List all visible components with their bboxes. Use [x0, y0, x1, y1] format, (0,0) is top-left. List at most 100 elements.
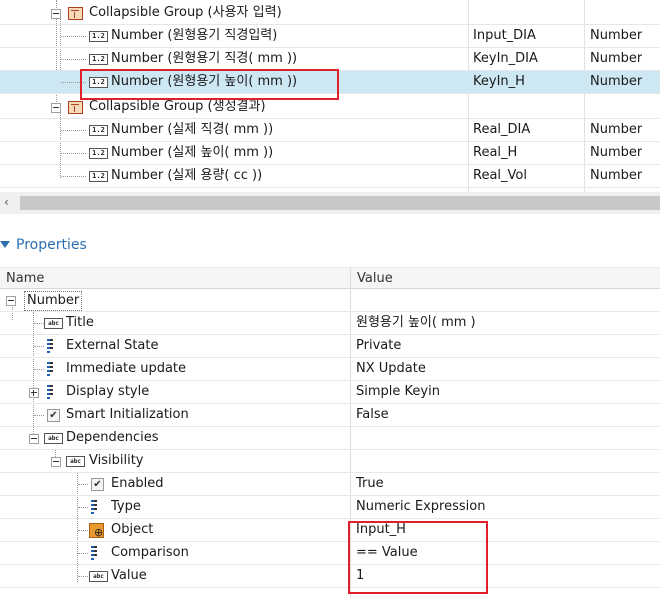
tree-connector [34, 323, 44, 324]
collapse-triangle-icon[interactable] [0, 241, 10, 248]
tree-row-label: Collapsible Group (사용자 입력) [89, 5, 282, 20]
number-icon: 1.2 [89, 125, 108, 136]
tree-row-label: Number (실제 직경( mm )) [111, 122, 274, 137]
collapse-icon[interactable] [6, 296, 16, 306]
tree-connector [61, 36, 86, 37]
prop-row-visibility[interactable]: abc Visibility [0, 450, 660, 473]
enum-list-icon [47, 362, 53, 376]
tree-row-input-dia[interactable]: 1.2 Number (원형용기 직경입력) Input_DIA Number [0, 25, 660, 48]
enum-list-icon [47, 339, 53, 353]
column-header-value[interactable]: Value [357, 268, 393, 289]
column-header-name[interactable]: Name [6, 268, 44, 289]
tree-connector [78, 507, 88, 508]
tree-connector [78, 576, 88, 577]
collapsible-group-icon [68, 101, 83, 114]
tree-connector [34, 369, 44, 370]
enum-list-icon [47, 385, 53, 399]
number-icon: 1.2 [89, 54, 108, 65]
prop-row-external-state[interactable]: External State Private [0, 335, 660, 358]
tree-connector [61, 176, 86, 177]
tree-row-type: Number [590, 122, 643, 137]
tree-connector [34, 346, 44, 347]
tree-connector [78, 530, 88, 531]
prop-name: Immediate update [66, 361, 187, 376]
properties-table-header: Name Value [0, 267, 660, 289]
collapse-icon[interactable] [51, 103, 61, 113]
collapse-icon[interactable] [29, 434, 39, 444]
tree-row-name: Real_Vol [473, 168, 527, 183]
prop-name: Number [24, 291, 83, 311]
string-icon: abc [66, 456, 85, 467]
prop-name: External State [66, 338, 159, 353]
tree-row-keyin-dia[interactable]: 1.2 Number (원형용기 직경( mm )) KeyIn_DIA Num… [0, 48, 660, 71]
number-icon: 1.2 [89, 148, 108, 159]
enum-list-icon [91, 546, 97, 560]
object-selection-icon [89, 523, 104, 538]
tree-connector [61, 153, 86, 154]
prop-value[interactable]: Numeric Expression [356, 496, 485, 518]
prop-value[interactable]: True [356, 473, 384, 495]
tree-connector [34, 415, 44, 416]
prop-name: Type [111, 499, 141, 514]
tree-connector [61, 59, 86, 60]
tree-row-label: Number (실제 용량( cc )) [111, 168, 263, 183]
tree-row-type: Number [590, 168, 643, 183]
prop-value[interactable]: 원형용기 높이( mm ) [356, 312, 476, 334]
scrollbar-thumb[interactable] [20, 196, 660, 210]
prop-name: Visibility [89, 453, 144, 468]
tree-row-type: Number [590, 51, 643, 66]
prop-name: Value [111, 568, 147, 583]
horizontal-scrollbar[interactable]: ‹ [0, 192, 660, 214]
prop-row-comparison[interactable]: Comparison == Value [0, 542, 660, 565]
prop-value[interactable]: Simple Keyin [356, 381, 440, 403]
enum-list-icon [91, 500, 97, 514]
prop-name: Object [111, 522, 154, 537]
dialog-tree: Collapsible Group (사용자 입력) 1.2 Number (원… [0, 0, 660, 192]
checkbox-icon: ✔ [47, 409, 60, 422]
tree-row-real-dia[interactable]: 1.2 Number (실제 직경( mm )) Real_DIA Number [0, 119, 660, 142]
prop-row-number[interactable]: Number [0, 289, 660, 312]
prop-value[interactable]: NX Update [356, 358, 426, 380]
prop-name: Smart Initialization [66, 407, 189, 422]
tree-row-type: Number [590, 74, 643, 89]
prop-row-type[interactable]: Type Numeric Expression [0, 496, 660, 519]
tree-row-name: Real_DIA [473, 122, 531, 137]
tree-connector [78, 553, 88, 554]
prop-row-immediate-update[interactable]: Immediate update NX Update [0, 358, 660, 381]
properties-title: Properties [16, 237, 87, 253]
prop-name: Enabled [111, 476, 164, 491]
expand-icon[interactable] [29, 388, 39, 398]
tree-row-label: Number (원형용기 직경( mm )) [111, 51, 298, 66]
prop-row-value[interactable]: abc Value 1 [0, 565, 660, 588]
prop-row-object[interactable]: Object Input_H [0, 519, 660, 542]
tree-row-label: Number (실제 높이( mm )) [111, 145, 274, 160]
tree-row-label: Number (원형용기 직경입력) [111, 28, 278, 43]
prop-value[interactable]: False [356, 404, 389, 426]
prop-row-dependencies[interactable]: abc Dependencies [0, 427, 660, 450]
tree-row-type: Number [590, 145, 643, 160]
prop-name: Title [66, 315, 94, 330]
tree-row-name: Input_DIA [473, 28, 536, 43]
highlight-box [348, 521, 488, 594]
prop-row-title[interactable]: abc Title 원형용기 높이( mm ) [0, 312, 660, 335]
collapsible-group-icon [68, 7, 83, 20]
highlight-box [80, 69, 339, 100]
scroll-left-icon[interactable]: ‹ [4, 195, 9, 209]
prop-row-enabled[interactable]: ✔ Enabled True [0, 473, 660, 496]
tree-row-real-h[interactable]: 1.2 Number (실제 높이( mm )) Real_H Number [0, 142, 660, 165]
prop-value[interactable]: Private [356, 335, 401, 357]
collapse-icon[interactable] [51, 9, 61, 19]
string-icon: abc [44, 433, 63, 444]
string-icon: abc [44, 318, 63, 329]
prop-name: Comparison [111, 545, 189, 560]
tree-row-group-user-input[interactable]: Collapsible Group (사용자 입력) [0, 2, 660, 25]
prop-row-display-style[interactable]: Display style Simple Keyin [0, 381, 660, 404]
tree-row-real-vol[interactable]: 1.2 Number (실제 용량( cc )) Real_Vol Number [0, 165, 660, 188]
collapse-icon[interactable] [51, 457, 61, 467]
tree-row-name: KeyIn_H [473, 74, 525, 89]
prop-name: Display style [66, 384, 150, 399]
tree-row-name: Real_H [473, 145, 518, 160]
number-icon: 1.2 [89, 31, 108, 42]
prop-name: Dependencies [66, 430, 159, 445]
prop-row-smart-initialization[interactable]: ✔ Smart Initialization False [0, 404, 660, 427]
